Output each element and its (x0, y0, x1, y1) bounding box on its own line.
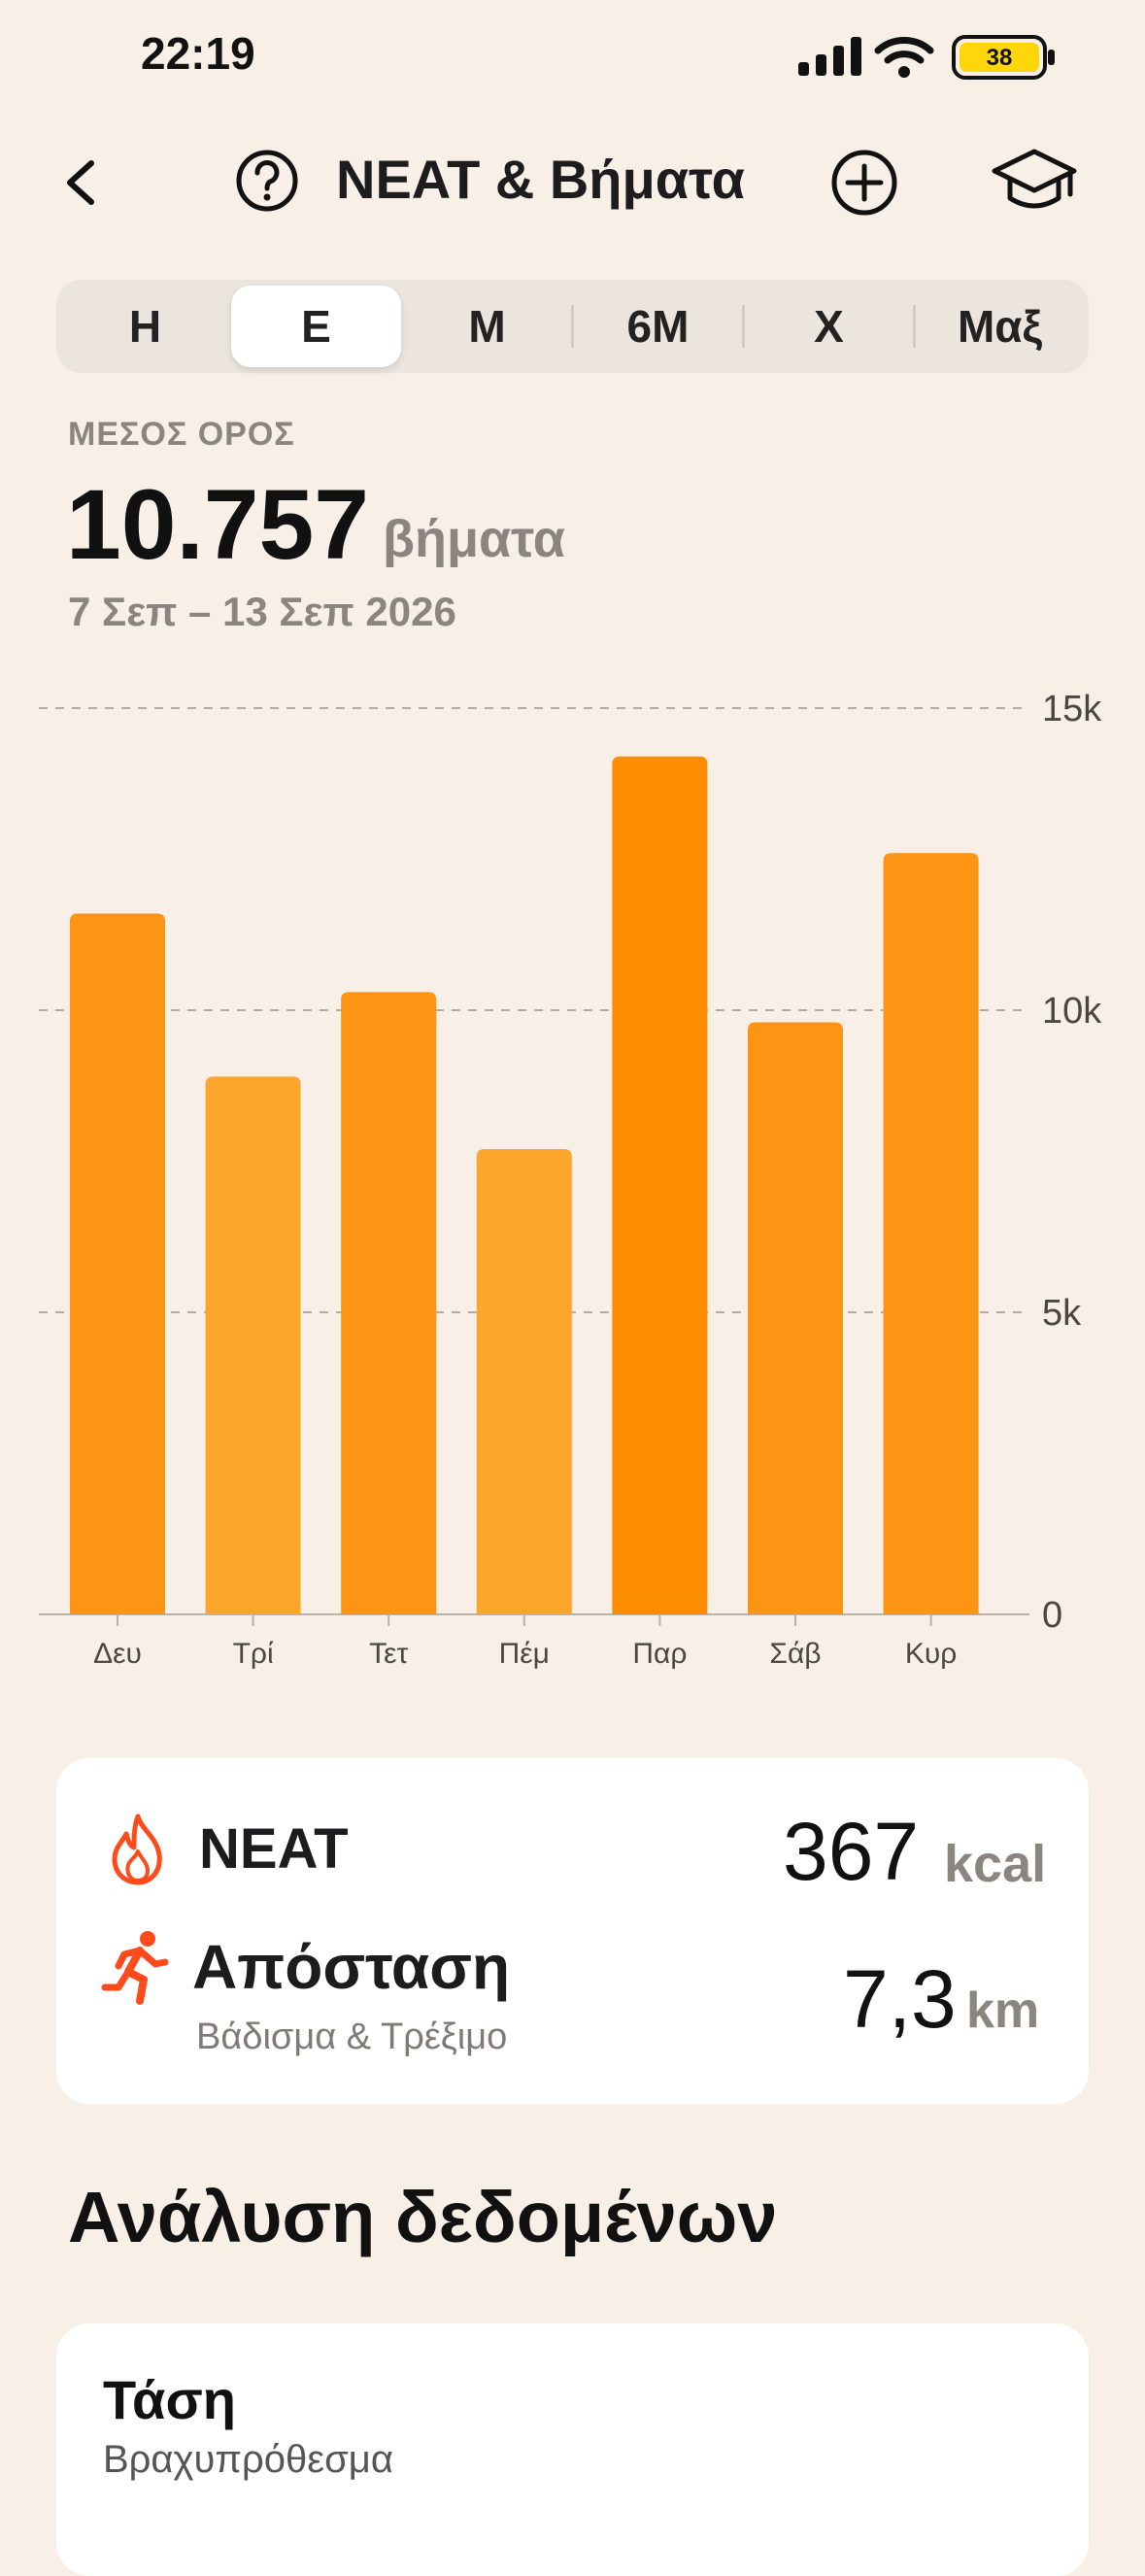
neat-label: NEAT (199, 1817, 349, 1881)
bar (612, 756, 708, 1614)
y-tick-label: 15k (1042, 689, 1102, 729)
distance-label: Απόσταση (192, 1932, 511, 2002)
average-steps-unit: βήματα (383, 510, 565, 568)
period-segmented-control: Η Ε Μ 6Μ Χ Μαξ (56, 280, 1089, 373)
x-tick-label: Τρί (233, 1638, 274, 1670)
bar (476, 1149, 572, 1614)
cellular-signal-icon (798, 37, 861, 76)
tab-month[interactable]: Μ (402, 286, 572, 367)
bar (205, 1076, 301, 1614)
graduation-cap-icon[interactable] (991, 146, 1078, 220)
distance-sublabel: Βάδισμα & Τρέξιμο (196, 2017, 508, 2057)
page-title: NEAT & Βήματα (336, 149, 746, 210)
back-chevron-icon[interactable] (56, 155, 111, 210)
y-tick-label: 10k (1042, 991, 1102, 1032)
tab-day[interactable]: Η (60, 286, 230, 367)
date-range: 7 Σεπ – 13 Σεπ 2026 (68, 589, 456, 634)
x-tick-label: Κυρ (905, 1638, 957, 1670)
bar (883, 853, 979, 1614)
tab-year[interactable]: Χ (744, 286, 914, 367)
tab-6-months[interactable]: 6Μ (573, 286, 743, 367)
steps-bar-chart: 0 5k 10k 15k Δευ Τρί Τετ Πέμ Παρ Σάβ Κυρ (39, 689, 1102, 1670)
neat-unit: kcal (944, 1835, 1047, 1893)
y-tick-label: 5k (1042, 1293, 1082, 1334)
battery-level: 38 (987, 45, 1013, 71)
average-label: ΜΕΣΟΣ ΟΡΟΣ (68, 416, 295, 453)
running-figure-icon (101, 1931, 169, 2005)
x-tick-label: Σάβ (769, 1638, 821, 1670)
analysis-section-title: Ανάλυση δεδομένων (68, 2177, 778, 2257)
wifi-icon (874, 37, 934, 78)
x-tick-label: Παρ (632, 1638, 687, 1670)
x-tick-label: Δευ (93, 1638, 142, 1670)
bar (748, 1022, 843, 1614)
bar (70, 913, 165, 1614)
bar (341, 992, 437, 1614)
x-tick-label: Τετ (369, 1638, 408, 1670)
trend-subtitle: Βραχυπρόθεσμα (103, 2438, 393, 2481)
flame-icon (112, 1813, 162, 1885)
y-tick-label: 0 (1042, 1595, 1062, 1636)
add-icon[interactable] (830, 149, 898, 217)
x-tick-label: Πέμ (499, 1638, 550, 1670)
help-icon[interactable] (235, 149, 299, 213)
tab-max[interactable]: Μαξ (915, 286, 1085, 367)
average-steps-value: 10.757 (66, 469, 369, 580)
distance-value: 7,3 (843, 1953, 957, 2045)
distance-unit: km (966, 1983, 1040, 2039)
status-time: 22:19 (141, 28, 255, 79)
battery-icon: 38 (952, 35, 1055, 80)
neat-value: 367 (783, 1806, 920, 1897)
trend-title: Τάση (103, 2369, 236, 2430)
tab-week[interactable]: Ε (231, 286, 401, 367)
